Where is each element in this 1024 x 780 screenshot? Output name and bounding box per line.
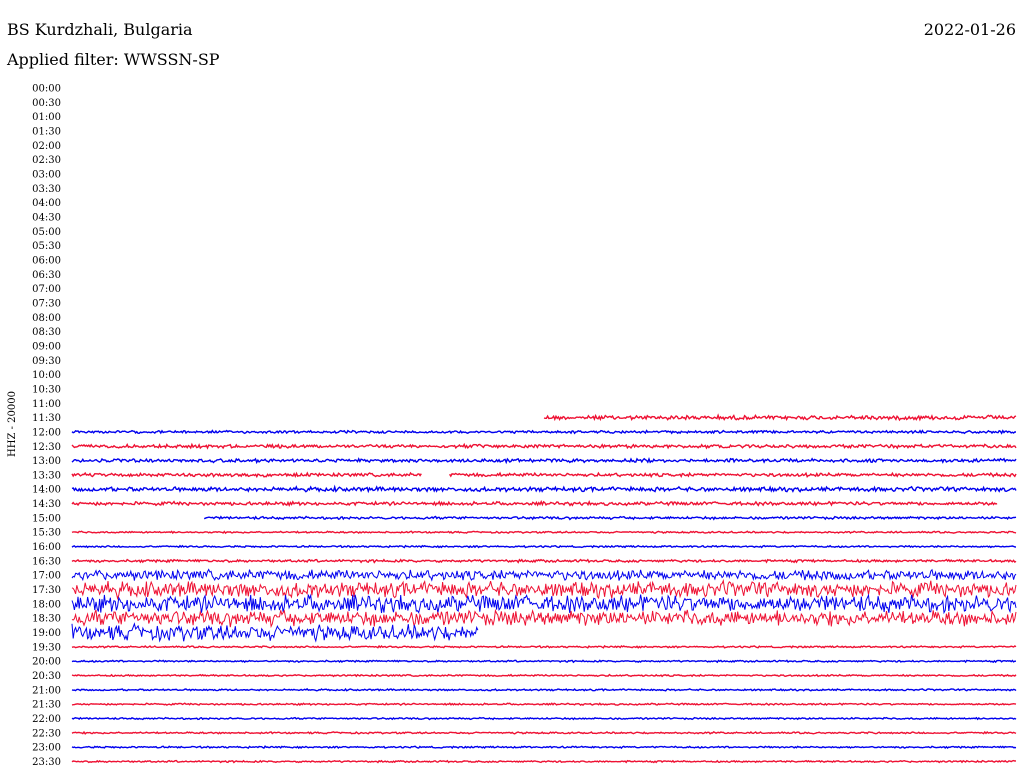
trace-line — [71, 644, 1017, 649]
trace-line — [71, 687, 1017, 692]
trace-line — [71, 484, 1017, 494]
trace-lines — [71, 413, 1017, 764]
time-label: 02:30 — [32, 155, 61, 166]
time-label: 05:00 — [32, 227, 61, 238]
trace-line — [71, 745, 1017, 750]
time-label: 18:30 — [32, 614, 61, 625]
time-label: 04:30 — [32, 212, 61, 223]
time-label: 13:00 — [32, 456, 61, 467]
time-label: 12:30 — [32, 442, 61, 453]
trace-line — [71, 659, 1016, 664]
time-label: 08:30 — [32, 327, 61, 338]
time-label: 14:00 — [32, 485, 61, 496]
time-label: 14:30 — [32, 499, 61, 510]
time-label: 18:00 — [32, 599, 61, 610]
time-label: 17:00 — [32, 571, 61, 582]
trace-line — [71, 558, 1017, 564]
trace-line — [71, 544, 1017, 549]
time-label: 02:00 — [32, 141, 61, 152]
trace-line — [71, 578, 1017, 601]
time-label: 21:00 — [32, 685, 61, 696]
time-label: 22:30 — [32, 728, 61, 739]
trace-line — [71, 499, 998, 508]
trace-line — [71, 759, 1017, 764]
time-label: 11:30 — [32, 413, 61, 424]
time-label: 21:30 — [32, 700, 61, 711]
time-label: 03:30 — [32, 184, 61, 195]
time-label: 07:30 — [32, 298, 61, 309]
trace-line — [71, 429, 1016, 435]
time-label: 09:30 — [32, 356, 61, 367]
trace-line — [71, 730, 1017, 735]
time-label: 11:00 — [32, 399, 61, 410]
time-label: 22:00 — [32, 714, 61, 725]
time-label: 15:30 — [32, 528, 61, 539]
time-label: 20:30 — [32, 671, 61, 682]
trace-line — [71, 716, 1017, 721]
time-label: 19:30 — [32, 642, 61, 653]
time-label: 23:00 — [32, 743, 61, 754]
time-label: 16:30 — [32, 556, 61, 567]
trace-line — [71, 593, 1017, 615]
time-label: 12:00 — [32, 427, 61, 438]
time-label: 09:00 — [32, 341, 61, 352]
trace-line — [71, 702, 1017, 707]
trace-line — [449, 471, 1017, 479]
trace-line — [71, 622, 479, 643]
time-label: 06:30 — [32, 270, 61, 281]
time-label: 07:00 — [32, 284, 61, 295]
time-label: 00:00 — [32, 84, 61, 95]
helicorder-chart: 00:00 00:30 01:00 01:30 02:00 02:30 03:00 03:30… — [7, 84, 1017, 769]
trace-line — [543, 413, 1017, 422]
time-label: 19:00 — [32, 628, 61, 639]
trace-line — [203, 515, 1017, 521]
time-axis-labels: 00:00 00:30 01:00 01:30 02:00 02:30 03:00 03:30… — [32, 84, 61, 769]
trace-line — [71, 568, 1017, 582]
time-label: 01:00 — [32, 112, 61, 123]
time-label: 00:30 — [32, 98, 61, 109]
trace-line — [71, 442, 1017, 450]
time-label: 23:30 — [32, 757, 61, 768]
time-label: 03:00 — [32, 169, 61, 180]
time-label: 10:00 — [32, 370, 61, 381]
time-label: 06:00 — [32, 255, 61, 266]
trace-line — [71, 673, 1017, 678]
time-label: 17:30 — [32, 585, 61, 596]
time-label: 10:30 — [32, 384, 61, 395]
time-label: 16:00 — [32, 542, 61, 553]
time-label: 05:30 — [32, 241, 61, 252]
trace-line — [71, 457, 1017, 465]
trace-line — [71, 471, 422, 479]
time-label: 15:00 — [32, 513, 61, 524]
trace-line — [71, 530, 1017, 535]
time-label: 20:00 — [32, 657, 61, 668]
channel-label: HHZ - 20000 — [7, 391, 18, 457]
time-label: 08:00 — [32, 313, 61, 324]
time-label: 13:30 — [32, 470, 61, 481]
trace-line — [71, 608, 1017, 629]
time-label: 01:30 — [32, 126, 61, 137]
time-label: 04:00 — [32, 198, 61, 209]
